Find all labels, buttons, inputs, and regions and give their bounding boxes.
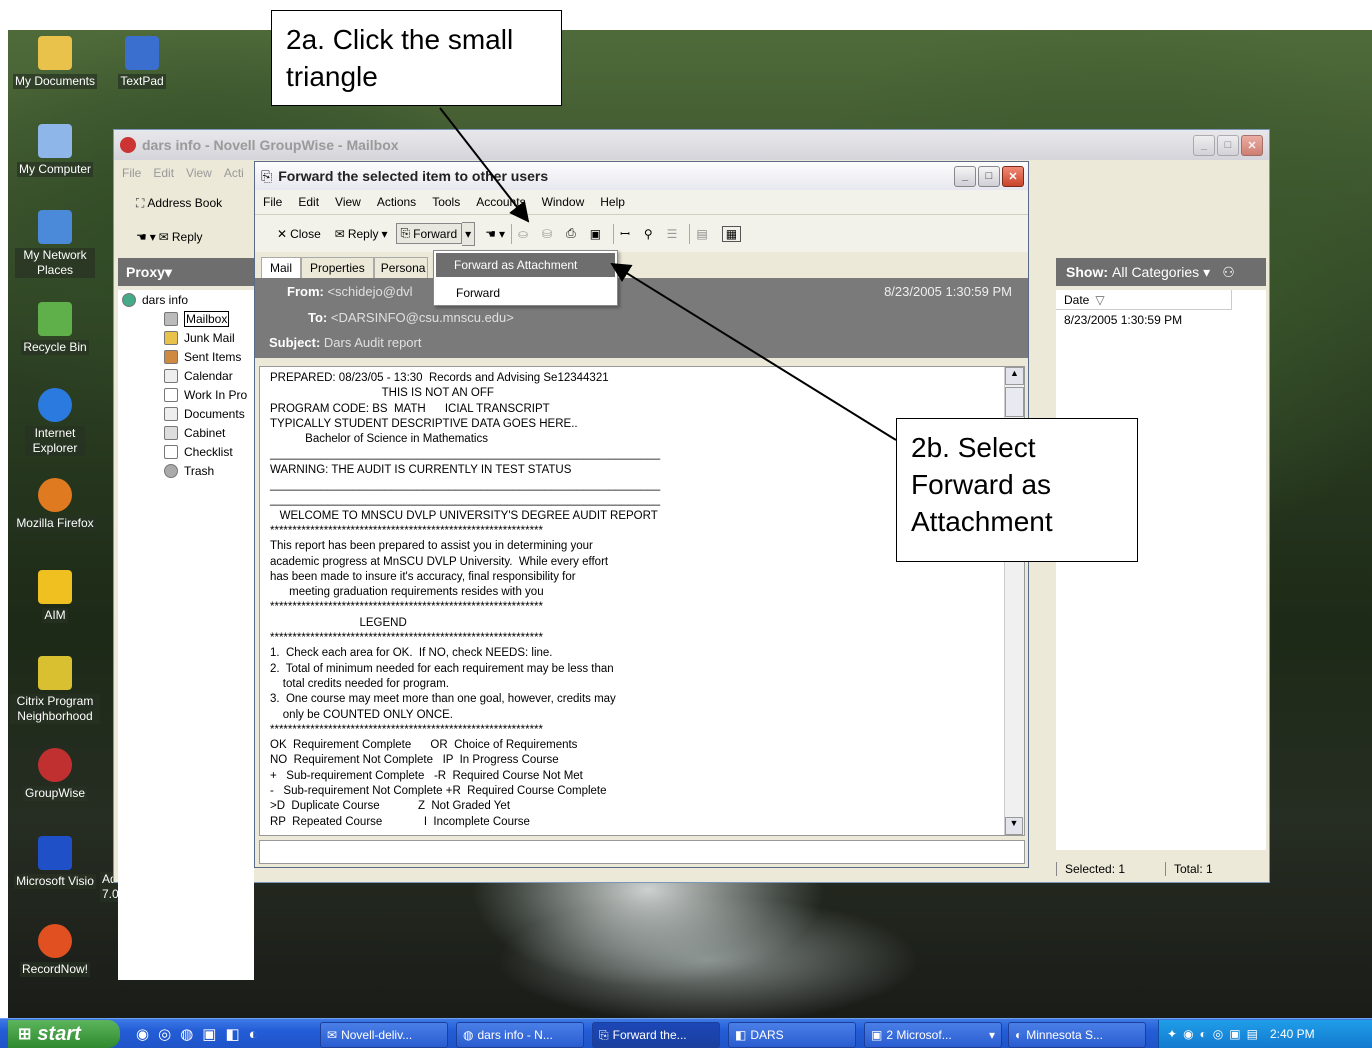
- chevron-down-icon: ▾: [988, 1028, 995, 1042]
- taskbar-word-icon: ▣: [871, 1028, 883, 1042]
- quick-launch-groupwise-icon[interactable]: ◍: [180, 1025, 193, 1043]
- quick-launch-icon-1[interactable]: ◉: [136, 1025, 149, 1043]
- tray-aim-icon[interactable]: ✦: [1167, 1027, 1177, 1041]
- tray-icon-2[interactable]: ◉: [1183, 1027, 1193, 1041]
- arrow-2a: [439, 107, 530, 223]
- tray-icon-6[interactable]: ▤: [1247, 1027, 1258, 1041]
- start-button[interactable]: ⊞ start: [8, 1020, 120, 1048]
- windows-logo-icon: ⊞: [18, 1026, 32, 1043]
- tray-icon-4[interactable]: ◎: [1213, 1027, 1223, 1041]
- taskbar-button-microsoft[interactable]: ▣ 2 Microsof... ▾: [864, 1022, 1002, 1048]
- taskbar-firefox-icon: ◐: [1015, 1028, 1023, 1042]
- quick-launch-firefox-icon[interactable]: ◐: [249, 1026, 258, 1043]
- quick-launch-folder-icon[interactable]: ◧: [225, 1025, 239, 1043]
- taskbar-button-novell[interactable]: ✉ Novell-deliv...: [320, 1022, 448, 1048]
- quick-launch-word-icon[interactable]: ▣: [202, 1025, 216, 1043]
- quick-launch: ◉ ◎ ◍ ▣ ◧ ◐: [136, 1020, 258, 1048]
- taskbar-novell-icon: ✉: [327, 1028, 338, 1042]
- system-tray: ✦ ◉ ◐ ◎ ▣ ▤ 2:40 PM: [1158, 1020, 1372, 1048]
- quick-launch-ie-icon[interactable]: ◎: [158, 1025, 171, 1043]
- taskbar-button-dars-info[interactable]: ◍ dars info - N...: [456, 1022, 584, 1048]
- tray-icon-5[interactable]: ▣: [1229, 1027, 1240, 1041]
- taskbar-button-forward[interactable]: ⎘ Forward the...: [592, 1022, 720, 1048]
- taskbar-button-minnesota[interactable]: ◐ Minnesota S...: [1008, 1022, 1146, 1048]
- clock: 2:40 PM: [1269, 1027, 1315, 1041]
- taskbar-button-dars[interactable]: ◧ DARS: [728, 1022, 856, 1048]
- arrow-2b: [610, 262, 897, 441]
- taskbar-folder-icon: ◧: [735, 1028, 747, 1042]
- callout-arrows: [439, 107, 897, 441]
- taskbar-forward-icon: ⎘: [599, 1027, 609, 1042]
- tray-icon-3[interactable]: ◐: [1200, 1027, 1207, 1041]
- taskbar-groupwise-icon: ◍: [463, 1028, 474, 1042]
